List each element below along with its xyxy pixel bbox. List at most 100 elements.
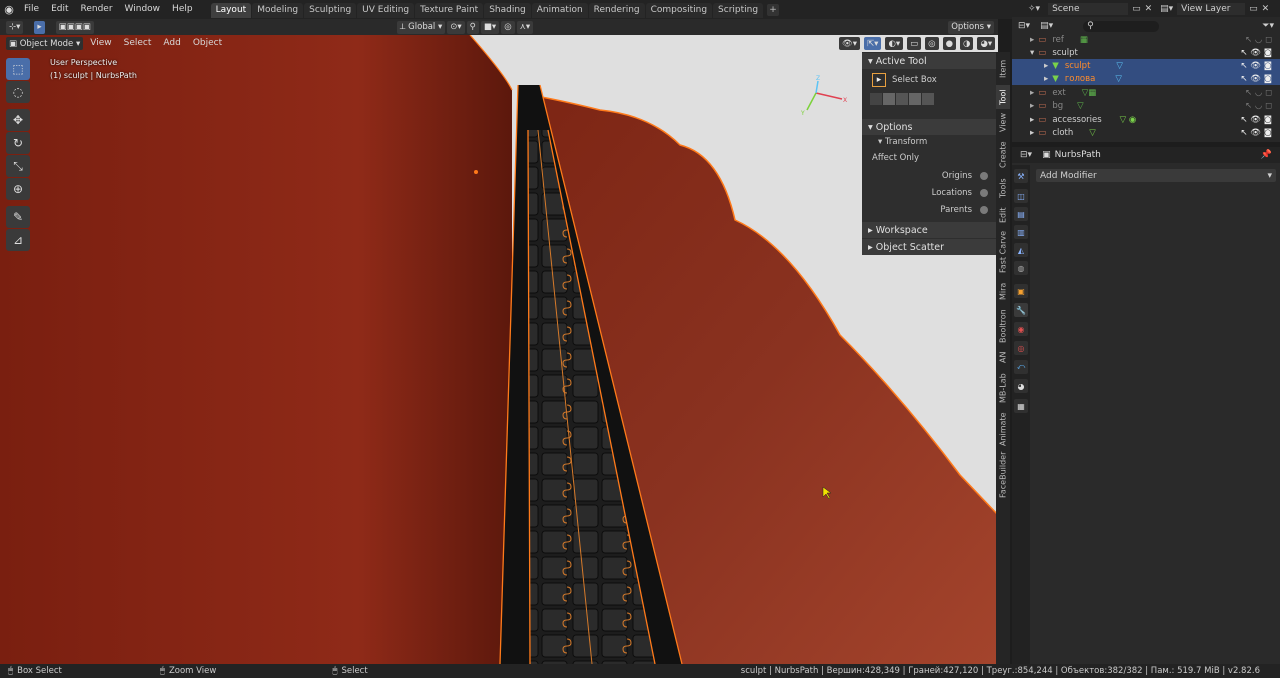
shading-solid-icon[interactable]: ● — [942, 37, 957, 50]
constraint-properties-icon[interactable]: ⤺ — [1014, 360, 1028, 374]
outliner-row-bg[interactable]: ▸ ▭ bg ▽ ↖ ◡ ◻ — [1012, 99, 1280, 112]
tab-tools[interactable]: Tools — [996, 174, 1010, 202]
visibility-icons[interactable]: ↖ ◡ ◻ — [1245, 88, 1272, 98]
outliner-editor-icon[interactable]: ⊟▾ — [1018, 21, 1030, 31]
visibility-icons[interactable]: ↖ 👁 ◙ — [1240, 128, 1272, 138]
tab-booltron[interactable]: Booltron — [996, 306, 1010, 346]
tab-an[interactable]: AN — [996, 348, 1010, 366]
options-dropdown[interactable]: Options ▾ — [948, 20, 994, 34]
mode-subtract-icon[interactable] — [896, 93, 908, 105]
texture-properties-icon[interactable]: ▦ — [1014, 399, 1028, 413]
view-object-types-icon[interactable]: 👁▾ — [839, 37, 861, 50]
object-scatter-header[interactable]: ▸ Object Scatter — [862, 239, 996, 255]
outliner-row-sculpt-collection[interactable]: ▾ ▭ sculpt ↖ 👁 ◙ — [1012, 46, 1280, 59]
mode-invert-icon[interactable] — [909, 93, 921, 105]
parents-option[interactable]: Parents — [862, 201, 996, 218]
visibility-icons[interactable]: ↖ 👁 ◙ — [1240, 115, 1272, 125]
visibility-icons[interactable]: ↖ 👁 ◙ — [1240, 74, 1272, 84]
menu-window[interactable]: Window — [119, 0, 167, 19]
outliner-row-ref[interactable]: ▸ ▭ ref ▦ ↖ ◡ ◻ — [1012, 33, 1280, 46]
tool-mode-icons[interactable] — [862, 91, 996, 107]
xray-toggle-icon[interactable]: ▭ — [907, 37, 922, 50]
select-box-mode-icon[interactable]: ▸ — [34, 20, 45, 34]
transform-tool-icon[interactable]: ⊕ — [6, 178, 30, 200]
view-layer-properties-icon[interactable]: ▥ — [1014, 225, 1028, 239]
expand-icon[interactable]: ▸ — [1044, 61, 1048, 71]
overlay-toggle-icon[interactable]: ◐▾ — [885, 37, 904, 50]
outliner-row-accessories[interactable]: ▸ ▭ accessories ▽ ◉ ↖ 👁 ◙ — [1012, 113, 1280, 126]
workspace-header[interactable]: ▸ Workspace — [862, 222, 996, 238]
physics-properties-icon[interactable]: ◎ — [1014, 341, 1028, 355]
properties-editor-icon[interactable]: ⊟▾ — [1020, 150, 1032, 160]
pin-icon[interactable]: 📌 — [1261, 150, 1272, 160]
axis-gizmo[interactable]: X Z Y — [800, 73, 850, 123]
expand-icon[interactable]: ▸ — [1044, 74, 1048, 84]
menu-file[interactable]: File — [18, 0, 45, 19]
scene-close-icon[interactable]: ✕ — [1145, 4, 1153, 14]
menu-add[interactable]: Add — [157, 35, 186, 52]
menu-view[interactable]: View — [84, 35, 117, 52]
tab-item[interactable]: Item — [996, 54, 1010, 84]
render-properties-icon[interactable]: ◫ — [1014, 189, 1028, 203]
measure-tool-icon[interactable]: ⊿ — [6, 229, 30, 251]
snap-type-icon[interactable]: ■▾ — [480, 20, 500, 34]
tool-properties-icon[interactable]: ⚒ — [1014, 169, 1028, 183]
outliner-search-input[interactable]: ⚲ — [1083, 20, 1160, 32]
3d-viewport[interactable]: X Z Y 👁▾ ⇱▾ ◐▾ ▭ ◎ ● ◑ ◕▾ User Perspecti… — [0, 35, 998, 664]
locations-option[interactable]: Locations — [862, 184, 996, 201]
tab-uv-editing[interactable]: UV Editing — [357, 3, 415, 18]
visibility-icons[interactable]: ↖ ◡ ◻ — [1245, 35, 1272, 45]
add-modifier-dropdown[interactable]: Add Modifier ▾ — [1036, 169, 1276, 182]
pivot-icon[interactable]: ⊙▾ — [447, 20, 465, 34]
output-properties-icon[interactable]: ▤ — [1014, 207, 1028, 221]
scale-tool-icon[interactable]: ⤡ — [6, 155, 30, 177]
tab-animation[interactable]: Animation — [531, 3, 588, 18]
mode-new-icon[interactable] — [870, 93, 882, 105]
shading-material-icon[interactable]: ◑ — [960, 37, 974, 50]
tab-create[interactable]: Create — [996, 138, 1010, 172]
tab-mira[interactable]: Mira — [996, 278, 1010, 304]
gizmo-toggle-icon[interactable]: ⇱▾ — [864, 37, 882, 50]
data-properties-icon[interactable]: ◕ — [1014, 379, 1028, 393]
selection-mode-icons[interactable]: ▣▣▣▣ — [55, 20, 94, 34]
menu-select[interactable]: Select — [118, 35, 158, 52]
add-workspace-icon[interactable]: + — [767, 3, 780, 16]
proportional-edit-icon[interactable]: ◎ — [501, 20, 515, 34]
tab-facebuilder[interactable]: FaceBuilder — [996, 450, 1010, 500]
tab-animate[interactable]: Animate — [996, 410, 1010, 448]
options-header[interactable]: ▾ Options — [862, 119, 996, 135]
menu-render[interactable]: Render — [75, 0, 119, 19]
blender-logo-icon[interactable]: ◉ — [0, 1, 18, 19]
tab-mb-lab[interactable]: MB-Lab — [996, 368, 1010, 408]
tab-modeling[interactable]: Modeling — [252, 3, 304, 18]
snap-icon[interactable]: ⚲ — [466, 20, 479, 34]
rotate-tool-icon[interactable]: ↻ — [6, 132, 30, 154]
tab-shading[interactable]: Shading — [484, 3, 531, 18]
outliner-row-ext[interactable]: ▸ ▭ ext ▽▦ ↖ ◡ ◻ — [1012, 86, 1280, 99]
scene-selector[interactable]: Scene — [1048, 2, 1129, 15]
origins-checkbox[interactable] — [980, 171, 988, 180]
scene-copy-icon[interactable]: ▭ — [1132, 4, 1141, 14]
tab-layout[interactable]: Layout — [210, 3, 252, 18]
scene-properties-icon[interactable]: ◭ — [1014, 243, 1028, 257]
modifier-properties-icon[interactable]: 🔧 — [1014, 303, 1028, 317]
tab-scripting[interactable]: Scripting — [713, 3, 764, 18]
move-tool-icon[interactable]: ✥ — [6, 109, 30, 131]
particles-properties-icon[interactable]: ◉ — [1014, 322, 1028, 336]
view-layer-copy-icon[interactable]: ▭ — [1249, 4, 1258, 14]
menu-object[interactable]: Object — [187, 35, 228, 52]
parents-checkbox[interactable] — [980, 205, 988, 214]
tab-edit[interactable]: Edit — [996, 204, 1010, 226]
expand-icon[interactable]: ▸ — [1030, 88, 1034, 98]
active-tool-header[interactable]: ▾ Active Tool — [862, 53, 996, 69]
filter-icon[interactable]: ⏷▾ — [1262, 21, 1274, 31]
falloff-icon[interactable]: ⋏▾ — [516, 20, 534, 34]
tab-view[interactable]: View — [996, 110, 1010, 136]
tab-sculpting[interactable]: Sculpting — [304, 3, 357, 18]
view-layer-close-icon[interactable]: ✕ — [1262, 4, 1270, 14]
visibility-icons[interactable]: ↖ ◡ ◻ — [1245, 101, 1272, 111]
cursor-tool-icon[interactable]: ◌ — [6, 81, 30, 103]
tab-texture-paint[interactable]: Texture Paint — [415, 3, 484, 18]
active-tool-row[interactable]: ▸ Select Box — [862, 69, 996, 91]
mode-intersect-icon[interactable] — [922, 93, 934, 105]
